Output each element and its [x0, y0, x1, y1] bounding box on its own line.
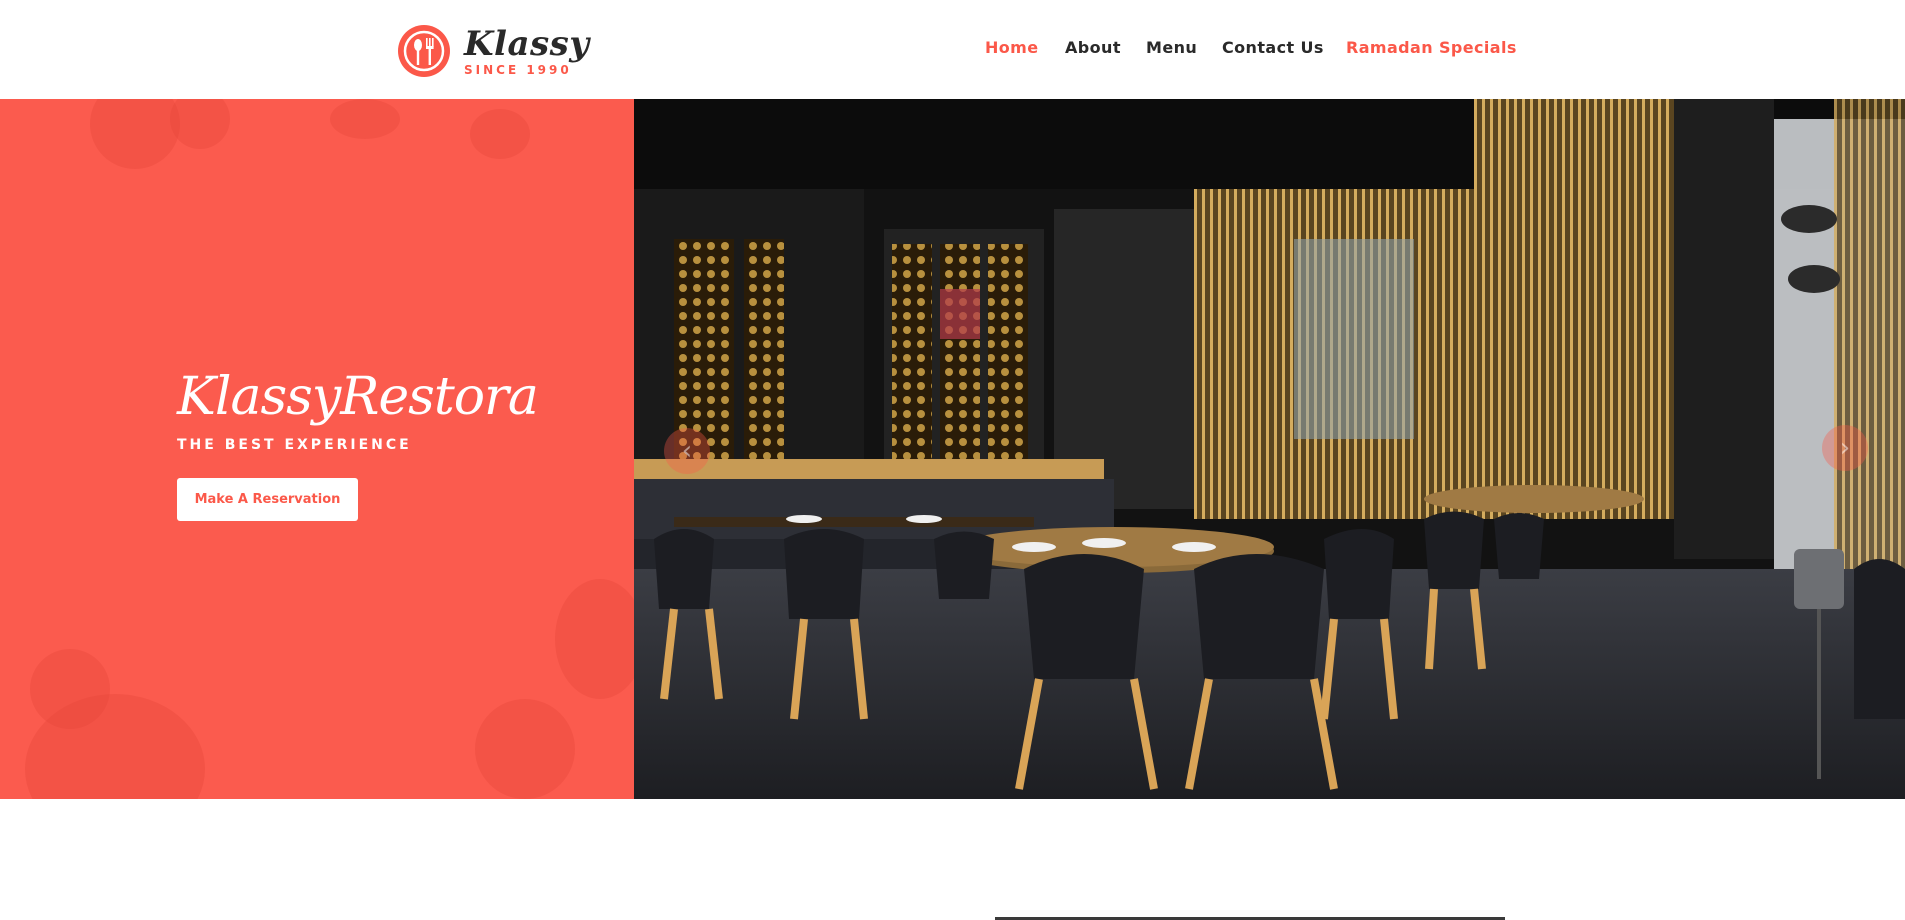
chevron-left-icon: ‹ — [681, 436, 693, 466]
decor-fruit — [555, 579, 634, 699]
hero-title: KlassyRestora — [177, 367, 539, 427]
site-header: Klassy SINCE 1990 Home About Menu Contac… — [0, 0, 1905, 99]
nav-item-about[interactable]: About — [1065, 38, 1121, 57]
hero-section: KlassyRestora THE BEST EXPERIENCE Make A… — [0, 99, 1905, 799]
decor-fruit — [475, 699, 575, 799]
nav-item-menu[interactable]: Menu — [1146, 38, 1197, 57]
nav-item-contact-us[interactable]: Contact Us — [1222, 38, 1324, 57]
hero-banner-panel: KlassyRestora THE BEST EXPERIENCE Make A… — [0, 99, 634, 799]
slider-prev-button[interactable]: ‹ — [664, 428, 710, 474]
decor-leaf — [470, 109, 530, 159]
nav-item-ramadan-specials[interactable]: Ramadan Specials — [1346, 38, 1517, 57]
decor-fruit — [90, 99, 180, 169]
make-reservation-button[interactable]: Make A Reservation — [177, 478, 358, 521]
nav-item-home[interactable]: Home — [985, 38, 1039, 57]
slider-next-button[interactable]: › — [1822, 425, 1868, 471]
hero-subtitle: THE BEST EXPERIENCE — [177, 437, 412, 453]
main-nav: Home About Menu Contact Us Ramadan Speci… — [0, 38, 1905, 62]
restaurant-interior-image — [634, 99, 1905, 799]
chevron-right-icon: › — [1839, 433, 1851, 463]
decor-leaf — [330, 99, 400, 139]
brand-since: SINCE 1990 — [464, 62, 572, 77]
decor-fruit — [170, 99, 230, 149]
hero-image-slide — [634, 99, 1905, 799]
